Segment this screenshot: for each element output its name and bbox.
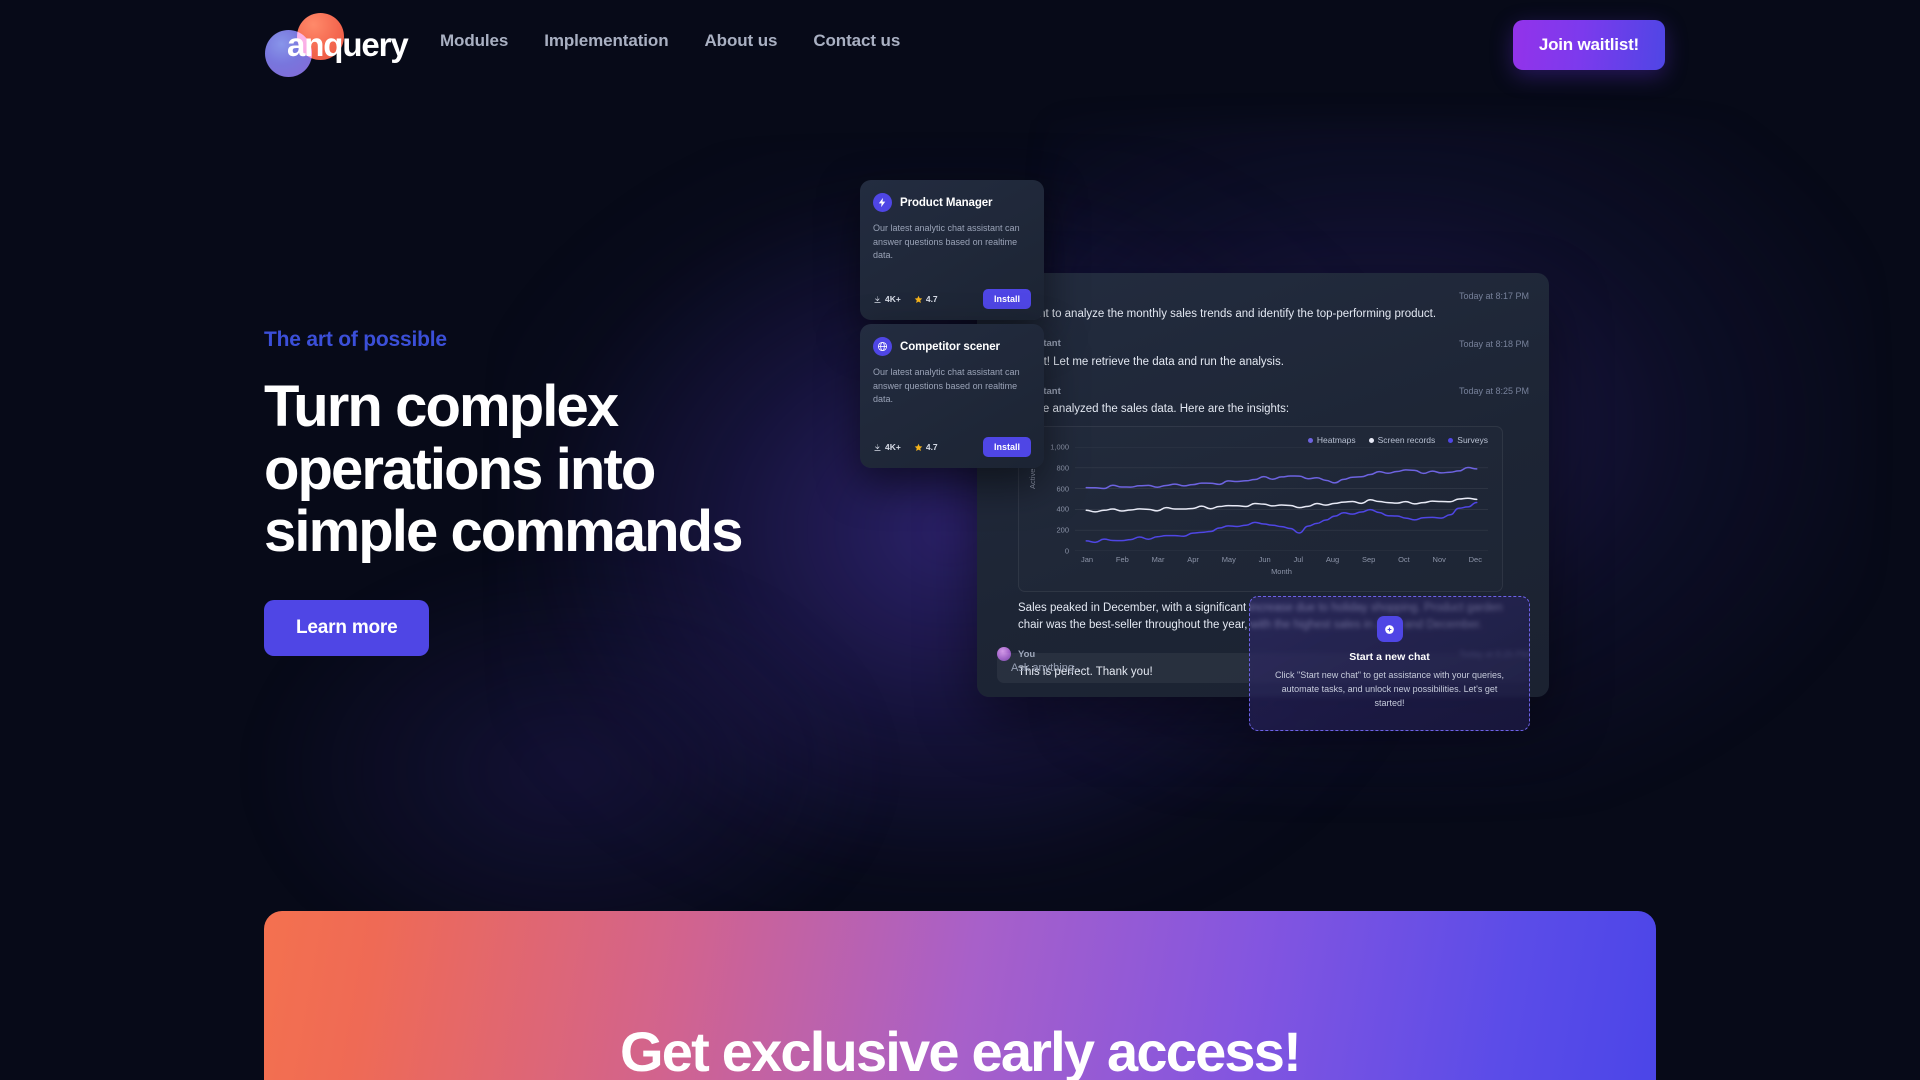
early-access-cta: Get exclusive early access!	[264, 911, 1656, 1080]
bolt-icon	[873, 193, 892, 212]
landing-page: anquery Modules Implementation About us …	[0, 0, 1920, 1080]
chart-x-axis-label: Month	[1271, 567, 1292, 577]
chat-message-timestamp: Today at 8:17 PM	[1458, 291, 1529, 301]
learn-more-button[interactable]: Learn more	[264, 599, 430, 656]
chart-lines	[1075, 447, 1488, 551]
chat-message-header: Assistant Today at 8:25 PM	[997, 384, 1529, 399]
chart-x-tick: Oct	[1398, 555, 1410, 565]
chat-message-timestamp: Today at 8:18 PM	[1458, 338, 1529, 349]
star-icon	[914, 295, 923, 303]
product-showcase: You Today at 8:17 PM I want to analyze t…	[860, 180, 1680, 800]
chart-y-tick: 200	[1056, 525, 1069, 535]
chart-y-tick: 600	[1056, 484, 1069, 494]
legend-item-screen-records: Screen records	[1368, 435, 1436, 446]
legend-label: Screen records	[1377, 435, 1436, 446]
chart-x-tick: Jul	[1293, 555, 1304, 565]
install-button[interactable]: Install	[982, 289, 1031, 309]
module-card-description: Our latest analytic chat assistant can a…	[873, 223, 1020, 260]
site-header: anquery Modules Implementation About us …	[0, 0, 1920, 90]
chat-message-text: I have analyzed the sales data. Here are…	[1018, 403, 1290, 416]
chart-x-tick: Nov	[1432, 555, 1446, 565]
install-button[interactable]: Install	[982, 437, 1031, 457]
module-card-title: Product Manager	[900, 196, 993, 209]
downloads-stat: 4K+	[873, 294, 901, 304]
legend-label: Surveys	[1457, 435, 1488, 446]
chart-x-tick: May	[1221, 555, 1236, 565]
chart-x-tick: Feb	[1115, 555, 1129, 565]
module-card-footer: 4K+ 4.7 Install	[873, 437, 1031, 457]
chart-y-tick: 0	[1064, 546, 1069, 556]
module-card-footer: 4K+ 4.7 Install	[873, 289, 1031, 309]
nav-item-about-us[interactable]: About us	[704, 31, 777, 51]
primary-nav: Modules Implementation About us Contact …	[440, 31, 900, 51]
brand-wordmark: anquery	[287, 26, 409, 63]
module-card-competitor-scener[interactable]: Competitor scener Our latest analytic ch…	[860, 324, 1044, 468]
chart-y-tick: 1,000	[1050, 442, 1069, 452]
globe-icon	[873, 337, 892, 356]
chat-message-timestamp: Today at 8:25 PM	[1458, 386, 1529, 397]
chart-series-line	[1086, 468, 1476, 489]
start-new-chat-description: Click "Start new chat" to get assistance…	[1275, 670, 1504, 708]
nav-item-modules[interactable]: Modules	[440, 31, 508, 51]
download-icon	[874, 295, 881, 303]
join-waitlist-button[interactable]: Join waitlist!	[1512, 20, 1665, 70]
legend-swatch	[1448, 437, 1454, 443]
analytics-chart-card: Heatmaps Screen records Surveys Active u…	[1018, 426, 1503, 593]
legend-label: Heatmaps	[1316, 435, 1356, 446]
rating-value: 4.7	[925, 294, 938, 304]
chart-x-tick: Dec	[1468, 555, 1482, 565]
legend-item-surveys: Surveys	[1448, 435, 1488, 445]
chart-x-axis-ticks: Jan Feb Mar Apr May Jun Jul Aug Sep Oct Nov Dec	[1075, 555, 1488, 564]
star-icon	[914, 443, 923, 451]
module-card-product-manager[interactable]: Product Manager Our latest analytic chat…	[860, 180, 1044, 320]
hero-headline: Turn complex operations into simple comm…	[264, 374, 743, 565]
chart-y-tick: 400	[1056, 504, 1069, 514]
chat-message: You Today at 8:17 PM I want to analyze t…	[997, 289, 1529, 323]
plus-circle-icon	[1376, 616, 1403, 643]
downloads-count: 4K+	[885, 442, 901, 452]
start-new-chat-panel[interactable]: Start a new chat Click "Start new chat" …	[1249, 596, 1530, 731]
legend-swatch	[1307, 437, 1313, 443]
module-card-description: Our latest analytic chat assistant can a…	[873, 367, 1020, 404]
downloads-stat: 4K+	[873, 442, 901, 452]
chat-message-text: Great! Let me retrieve the data and run …	[1018, 355, 1284, 368]
brand-logo[interactable]: anquery	[265, 12, 415, 77]
chart-plot-area: Active users 1,000 800 600 400 200 0 Jan Feb Ma…	[1028, 443, 1492, 577]
chart-x-tick: Aug	[1325, 555, 1340, 565]
hero-eyebrow: The art of possible	[264, 328, 447, 351]
start-new-chat-title: Start a new chat	[1349, 651, 1430, 664]
legend-item-heatmaps: Heatmaps	[1307, 435, 1356, 446]
chat-input-placeholder: Ask anything...	[1011, 662, 1084, 674]
hero-copy: The art of possible Turn complex operati…	[264, 328, 824, 656]
rating-stat: 4.7	[914, 442, 938, 452]
nav-item-implementation[interactable]: Implementation	[544, 31, 668, 51]
chat-message: Assistant Today at 8:18 PM Great! Let me…	[997, 336, 1529, 371]
module-card-header: Product Manager	[873, 193, 1031, 212]
chart-x-tick: Mar	[1151, 555, 1165, 565]
chart-legend: Heatmaps Screen records Surveys	[1029, 435, 1492, 445]
module-card-header: Competitor scener	[873, 337, 1031, 356]
chat-message-header: You Today at 8:17 PM	[997, 289, 1529, 303]
module-card-title: Competitor scener	[900, 340, 1000, 353]
chart-series-line	[1086, 498, 1476, 512]
chart-series-line	[1086, 502, 1476, 542]
chart-x-tick: Apr	[1187, 555, 1199, 565]
rating-stat: 4.7	[914, 294, 938, 304]
chart-y-tick: 800	[1056, 463, 1069, 473]
chart-y-axis-ticks: 1,000 800 600 400 200 0	[1039, 443, 1069, 556]
chat-message-text: I want to analyze the monthly sales tren…	[1018, 308, 1437, 320]
chat-message-header: Assistant Today at 8:18 PM	[997, 336, 1529, 351]
cta-title: Get exclusive early access!	[620, 1020, 1302, 1080]
nav-item-contact-us[interactable]: Contact us	[813, 31, 900, 51]
rating-value: 4.7	[925, 442, 938, 452]
download-icon	[874, 443, 881, 451]
chart-x-tick: Jan	[1081, 555, 1094, 565]
legend-swatch	[1368, 437, 1374, 443]
downloads-count: 4K+	[885, 294, 901, 304]
chart-x-tick: Jun	[1258, 555, 1271, 565]
chart-x-tick: Sep	[1361, 555, 1376, 565]
